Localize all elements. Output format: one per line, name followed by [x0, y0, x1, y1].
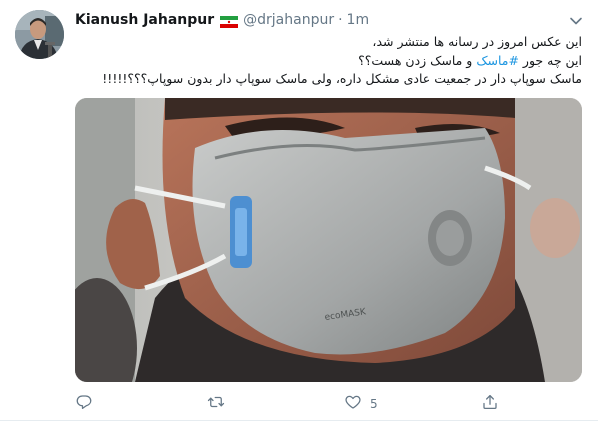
- separator-dot: ·: [338, 12, 343, 28]
- iran-flag-icon: [220, 14, 239, 28]
- tweet-timestamp[interactable]: 1m: [347, 10, 370, 30]
- like-button[interactable]: 5: [344, 392, 378, 416]
- avatar-image: [15, 10, 64, 59]
- share-button[interactable]: [481, 392, 499, 416]
- like-count: 5: [370, 397, 378, 411]
- heart-icon: [344, 393, 362, 415]
- man-with-valve-mask-photo: ecoMASK: [75, 98, 582, 382]
- tweet-header: Kianush Jahanpur @drjahanpur · 1m: [75, 10, 369, 30]
- tweet-text-line-2-after: و ماسک زدن هست؟؟: [358, 52, 477, 68]
- tweet-card[interactable]: Kianush Jahanpur @drjahanpur · 1m این عک…: [0, 0, 598, 421]
- tweet-text-line-3: ماسک سوپاپ دار در جمعیت عادی مشکل داره، …: [102, 71, 582, 86]
- reply-button[interactable]: [75, 392, 93, 416]
- tweet-text-line-2-before: این چه جور: [518, 52, 582, 68]
- share-icon: [481, 393, 499, 415]
- retweet-button[interactable]: [207, 392, 225, 416]
- tweet-text: این عکس امروز در رسانه ها منتشر شد، این …: [75, 33, 582, 89]
- hashtag-link[interactable]: #ماسک: [476, 53, 519, 68]
- tweet-actions: 5: [75, 392, 515, 416]
- avatar[interactable]: [15, 10, 64, 59]
- author-display-name[interactable]: Kianush Jahanpur: [75, 10, 214, 30]
- tweet-photo[interactable]: ecoMASK: [75, 98, 582, 382]
- chevron-down-icon[interactable]: [567, 12, 585, 30]
- tweet-text-line-2: این چه جور #ماسک و ماسک زدن هست؟؟: [75, 52, 582, 71]
- author-handle[interactable]: @drjahanpur: [243, 10, 334, 30]
- reply-icon: [75, 393, 93, 415]
- retweet-icon: [207, 393, 225, 415]
- tweet-text-line-1: این عکس امروز در رسانه ها منتشر شد،: [372, 34, 582, 49]
